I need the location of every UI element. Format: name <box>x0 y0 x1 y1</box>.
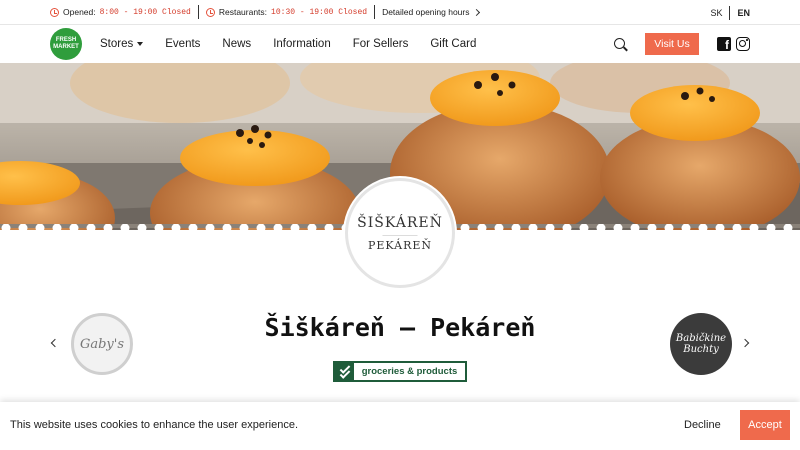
fresh-market-logo[interactable]: FRESH MARKET <box>50 28 82 60</box>
nav-item-label: Information <box>273 38 331 50</box>
scallop-dot <box>579 224 589 233</box>
main-navigation: FRESH MARKET Stores Events News Informat… <box>0 25 800 63</box>
next-store-arrow[interactable] <box>740 338 750 348</box>
scallop-dot <box>630 224 640 233</box>
previous-store-arrow[interactable] <box>50 338 60 348</box>
decline-button[interactable]: Decline <box>684 419 721 431</box>
scallop-dot <box>52 224 62 233</box>
scallop-dot <box>494 224 504 233</box>
category-tag[interactable]: groceries & products <box>333 361 467 382</box>
scallop-dot <box>783 224 793 233</box>
badge-subtitle: PEKÁREŇ <box>367 238 433 252</box>
scallop-dot <box>596 224 606 233</box>
store-title: Šiškáreň – Pekáreň <box>264 313 536 342</box>
scallop-dot <box>154 224 164 233</box>
scallop-dot <box>647 224 657 233</box>
logo-text-1: FRESH <box>55 37 77 43</box>
scallop-dot <box>1 224 11 233</box>
scallop-dot <box>766 224 776 233</box>
search-icon[interactable] <box>614 38 625 49</box>
scallop-dot <box>715 224 725 233</box>
nav-menu: Stores Events News Information For Selle… <box>100 25 498 63</box>
scallop-dot <box>86 224 96 233</box>
next-store-name-2: Buchty <box>683 344 719 355</box>
restaurant-hours: Restaurants: 10:30 - 19:00 Closed <box>205 7 368 17</box>
scallop-dot <box>613 224 623 233</box>
scallop-dot <box>18 224 28 233</box>
detailed-opening-hours-link[interactable]: Detailed opening hours <box>382 7 480 17</box>
scallop-dot <box>732 224 742 233</box>
visit-us-button[interactable]: Visit Us <box>645 33 699 55</box>
divider <box>197 5 199 19</box>
detailed-link-label: Detailed opening hours <box>382 7 470 17</box>
scallop-dot <box>681 224 691 233</box>
restaurants-label: Restaurants: <box>218 7 268 17</box>
nav-item-news[interactable]: News <box>222 38 251 50</box>
previous-store-name: Gaby's <box>79 336 125 352</box>
cookie-banner: This website uses cookies to enhance the… <box>0 402 800 450</box>
scallop-dot <box>188 224 198 233</box>
nav-item-events[interactable]: Events <box>165 38 200 50</box>
scallop-dot <box>562 224 572 233</box>
clock-icon <box>50 7 59 17</box>
nav-item-gift-card[interactable]: Gift Card <box>430 38 476 50</box>
nav-item-for-sellers[interactable]: For Sellers <box>353 38 409 50</box>
chevron-right-icon <box>472 8 480 16</box>
scallop-dot <box>103 224 113 233</box>
nav-item-information[interactable]: Information <box>273 38 331 50</box>
language-switcher: SK EN <box>710 6 750 20</box>
scallop-dot <box>273 224 283 233</box>
next-store-logo[interactable]: Babičkine Buchty <box>670 313 732 375</box>
scallop-dot <box>120 224 130 233</box>
logo-text-2: MARKET <box>53 44 79 50</box>
store-badge-logo: ŠIŠKÁREŇ —————————— PEKÁREŇ <box>345 178 455 288</box>
scallop-dot <box>205 224 215 233</box>
scallop-dot <box>137 224 147 233</box>
scallop-dot <box>307 224 317 233</box>
nav-item-label: Gift Card <box>430 38 477 50</box>
nav-item-label: For Sellers <box>352 38 409 50</box>
scallop-dot <box>528 224 538 233</box>
accept-button[interactable]: Accept <box>740 410 790 440</box>
scallop-dot <box>324 224 334 233</box>
scallop-dot <box>171 224 181 233</box>
scallop-dot <box>69 224 79 233</box>
divider <box>729 6 731 20</box>
cookie-message: This website uses cookies to enhance the… <box>10 419 298 431</box>
scallop-dot <box>256 224 266 233</box>
wheat-icon <box>335 363 354 380</box>
chevron-down-icon <box>137 42 144 46</box>
facebook-icon[interactable]: f <box>717 37 731 51</box>
nav-item-stores[interactable]: Stores <box>100 38 144 50</box>
scallop-dot <box>35 224 45 233</box>
clock-icon <box>205 7 215 17</box>
divider <box>374 5 376 19</box>
scallop-dot <box>239 224 249 233</box>
opening-hours: Opened: 8:00 - 19:00 Closed <box>50 7 191 17</box>
scallop-dot <box>545 224 555 233</box>
category-label: groceries & products <box>361 366 458 377</box>
nav-item-label: News <box>222 38 252 50</box>
restaurants-hours: 10:30 - 19:00 Closed <box>271 7 368 17</box>
lang-en[interactable]: EN <box>737 8 750 18</box>
lang-sk[interactable]: SK <box>710 8 722 18</box>
scallop-dot <box>222 224 232 233</box>
badge-divider: —————————— <box>382 232 418 237</box>
next-store-name-1: Babičkine <box>675 333 727 344</box>
previous-store-logo[interactable]: Gaby's <box>71 313 133 375</box>
opened-hours: 8:00 - 19:00 Closed <box>99 7 191 17</box>
nav-item-label: Events <box>165 38 201 50</box>
instagram-icon[interactable] <box>736 37 750 51</box>
nav-item-label: Stores <box>100 38 134 50</box>
scallop-dot <box>698 224 708 233</box>
scallop-dot <box>477 224 487 233</box>
scallop-dot <box>511 224 521 233</box>
scallop-dot <box>664 224 674 233</box>
scallop-dot <box>460 224 470 233</box>
scallop-dot <box>290 224 300 233</box>
scallop-dot <box>749 224 759 233</box>
badge-title: ŠIŠKÁREŇ <box>357 214 443 231</box>
opened-label: Opened: <box>63 7 96 17</box>
top-info-bar: Opened: 8:00 - 19:00 Closed Restaurants:… <box>0 0 800 25</box>
